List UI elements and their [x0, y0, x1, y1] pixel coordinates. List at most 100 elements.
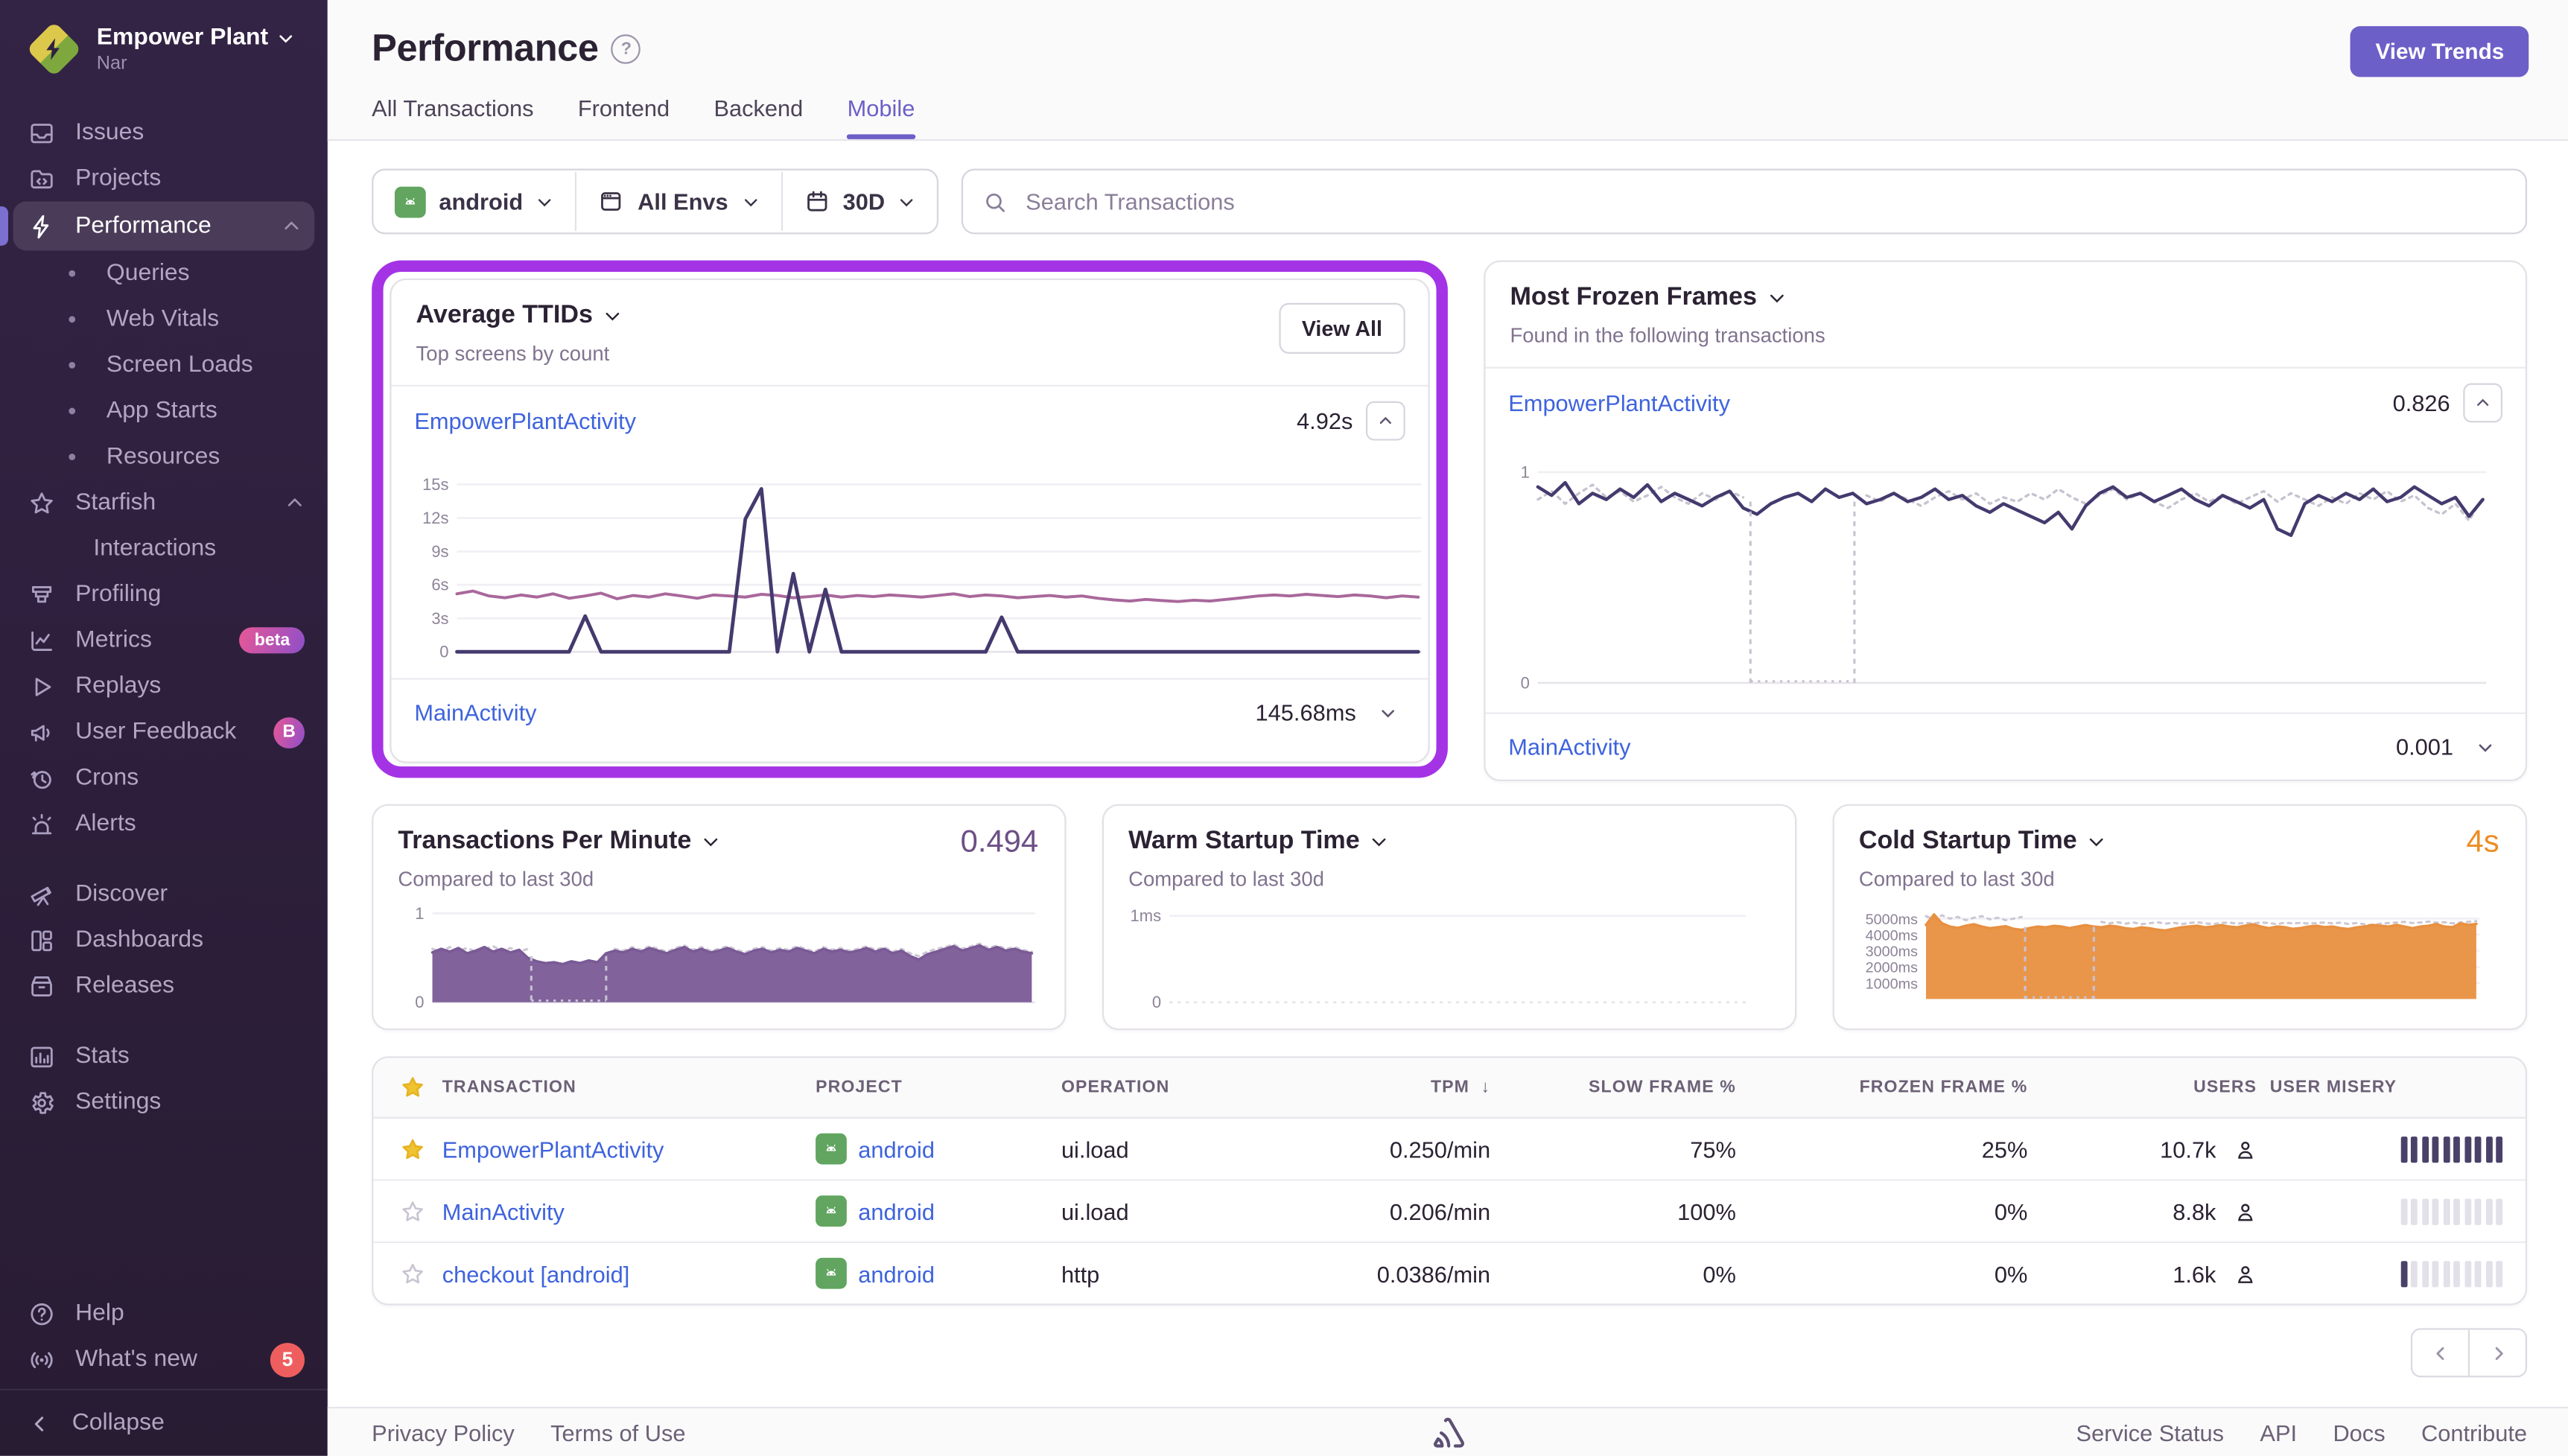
sidebar-item-screen-loads[interactable]: Screen Loads: [0, 343, 328, 389]
onboarding-highlight-ring: Average TTIDs Top screens by count View …: [372, 261, 1448, 778]
collapse-toggle-button[interactable]: [2463, 384, 2502, 423]
sidebar-item-label: User Feedback: [75, 719, 236, 745]
tab-all-transactions[interactable]: All Transactions: [372, 95, 533, 139]
sidebar-item-resources[interactable]: Resources: [0, 434, 328, 480]
transaction-link[interactable]: MainActivity: [1508, 734, 1630, 760]
view-trends-button[interactable]: View Trends: [2351, 26, 2529, 77]
sidebar-item-starfish[interactable]: Starfish: [0, 480, 328, 526]
project-link[interactable]: android: [858, 1136, 935, 1162]
star-toggle[interactable]: [373, 1198, 436, 1224]
issues-icon: [28, 118, 55, 146]
svg-text:12s: 12s: [422, 509, 448, 527]
expand-toggle-button[interactable]: [1369, 694, 1405, 730]
footer-link-privacy-policy[interactable]: Privacy Policy: [372, 1419, 515, 1445]
calendar-icon: [804, 188, 830, 214]
org-switcher[interactable]: Empower Plant Nar: [0, 0, 328, 97]
collapse-toggle-button[interactable]: [1366, 401, 1405, 441]
date-range-filter[interactable]: 30D: [782, 188, 937, 214]
transaction-link[interactable]: EmpowerPlantActivity: [414, 408, 636, 434]
chevron-down-icon[interactable]: [603, 306, 622, 325]
project-filter[interactable]: android: [373, 186, 575, 217]
user-misery-bar: [2263, 1260, 2527, 1286]
footer-link-service-status[interactable]: Service Status: [2076, 1419, 2224, 1445]
most-frozen-frames-panel: Most Frozen Frames Found in the followin…: [1484, 261, 2527, 781]
android-icon: [816, 1195, 847, 1227]
column-header-tpm[interactable]: TPM↓: [1317, 1078, 1497, 1097]
svg-text:3s: 3s: [431, 609, 448, 628]
sidebar-item-profiling[interactable]: Profiling: [0, 571, 328, 617]
chevron-down-icon: [2476, 738, 2494, 756]
sidebar-item-replays[interactable]: Replays: [0, 664, 328, 710]
footer-link-api[interactable]: API: [2260, 1419, 2297, 1445]
column-header-operation[interactable]: OPERATION: [1055, 1078, 1317, 1097]
tab-frontend[interactable]: Frontend: [578, 95, 670, 139]
pagination: [372, 1328, 2527, 1377]
sidebar-item-discover[interactable]: Discover: [0, 871, 328, 918]
sidebar-item-releases[interactable]: Releases: [0, 963, 328, 1009]
transaction-cell: checkout [android]: [436, 1260, 809, 1286]
search-input[interactable]: [1023, 187, 2506, 217]
sidebar-item-metrics[interactable]: Metricsbeta: [0, 617, 328, 664]
star-toggle[interactable]: [373, 1260, 436, 1286]
environment-filter[interactable]: All Envs: [577, 188, 781, 214]
expand-toggle-button[interactable]: [2467, 729, 2502, 765]
average-ttids-title: Average TTIDs: [416, 302, 593, 331]
sidebar-item-dashboards[interactable]: Dashboards: [0, 917, 328, 963]
sidebar-item-user-feedback[interactable]: User FeedbackB: [0, 709, 328, 755]
sidebar-item-crons[interactable]: Crons: [0, 755, 328, 801]
tpm-cell: 0.0386/min: [1317, 1260, 1497, 1286]
svg-text:5000ms: 5000ms: [1866, 912, 1918, 928]
sidebar-item-web-vitals[interactable]: Web Vitals: [0, 296, 328, 343]
transaction-link[interactable]: checkout [android]: [442, 1260, 630, 1286]
transaction-link[interactable]: MainActivity: [442, 1198, 565, 1224]
chevron-down-icon[interactable]: [2087, 832, 2106, 851]
sidebar-item-queries[interactable]: Queries: [0, 250, 328, 296]
star-toggle[interactable]: [373, 1136, 436, 1162]
chevron-down-icon[interactable]: [1370, 832, 1389, 851]
footer-link-contribute[interactable]: Contribute: [2421, 1419, 2527, 1445]
sidebar-item-interactions[interactable]: Interactions: [0, 526, 328, 572]
footer-link-terms-of-use[interactable]: Terms of Use: [550, 1419, 685, 1445]
help-circle-icon[interactable]: ?: [611, 34, 641, 63]
chevron-down-icon[interactable]: [702, 832, 721, 851]
tab-mobile[interactable]: Mobile: [848, 95, 915, 139]
sidebar-item-projects[interactable]: Projects: [0, 156, 328, 202]
column-header-users[interactable]: USERS: [2034, 1078, 2263, 1097]
sidebar-item-performance[interactable]: Performance: [13, 201, 315, 250]
column-header-user-misery[interactable]: USER MISERY: [2263, 1078, 2527, 1097]
tab-backend[interactable]: Backend: [713, 95, 803, 139]
sidebar-item-issues[interactable]: Issues: [0, 109, 328, 156]
next-page-button[interactable]: [2470, 1330, 2526, 1376]
previous-page-button[interactable]: [2412, 1330, 2470, 1376]
project-link[interactable]: android: [858, 1260, 935, 1286]
transaction-link[interactable]: MainActivity: [414, 699, 536, 725]
project-link[interactable]: android: [858, 1198, 935, 1224]
column-header-project[interactable]: PROJECT: [809, 1078, 1055, 1097]
chevron-down-icon[interactable]: [1767, 288, 1786, 308]
sidebar-item-app-starts[interactable]: App Starts: [0, 388, 328, 434]
sidebar-item-alerts[interactable]: Alerts: [0, 801, 328, 847]
column-header-frozen-frame[interactable]: FROZEN FRAME %: [1743, 1078, 2034, 1097]
user-icon: [2234, 1200, 2257, 1223]
sidebar-item-settings[interactable]: Settings: [0, 1079, 328, 1125]
transaction-link[interactable]: EmpowerPlantActivity: [442, 1136, 664, 1162]
view-all-button[interactable]: View All: [1279, 303, 1405, 354]
svg-text:0: 0: [1521, 673, 1530, 692]
sidebar-collapse-button[interactable]: Collapse: [0, 1389, 328, 1456]
sidebar-item-help[interactable]: Help: [0, 1291, 328, 1337]
frozen-frame-cell: 0%: [1743, 1260, 2034, 1286]
sidebar-bottom: HelpWhat's new5: [0, 1291, 328, 1389]
column-header-transaction[interactable]: TRANSACTION: [436, 1078, 809, 1097]
sidebar-item-label: Replays: [75, 673, 161, 699]
chevron-left-icon: [2429, 1342, 2451, 1364]
footer-link-docs[interactable]: Docs: [2333, 1419, 2385, 1445]
column-header-slow-frame[interactable]: SLOW FRAME %: [1497, 1078, 1743, 1097]
cold-startup-card: Cold Startup Time 4s Compared to last 30…: [1833, 804, 2527, 1030]
user-misery-bar: [2263, 1198, 2527, 1224]
sidebar-item-what-s-new[interactable]: What's new5: [0, 1336, 328, 1382]
whatsnew-icon: [28, 1345, 55, 1373]
sidebar-item-stats[interactable]: Stats: [0, 1034, 328, 1080]
transaction-link[interactable]: EmpowerPlantActivity: [1508, 390, 1730, 416]
frozen-value: 0.826: [2393, 390, 2450, 416]
help-icon: [28, 1300, 55, 1327]
